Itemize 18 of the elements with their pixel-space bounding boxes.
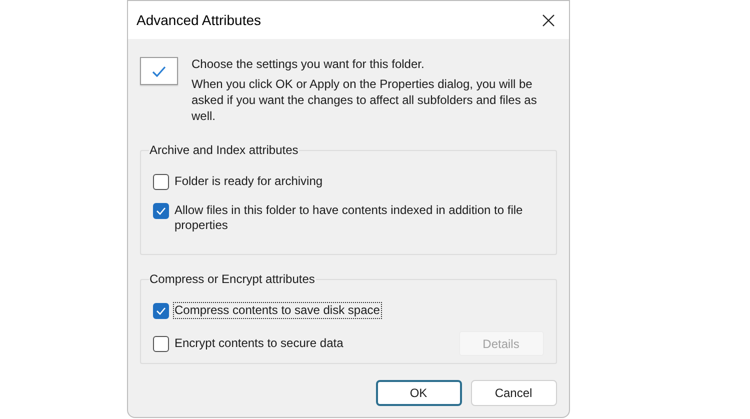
checkbox[interactable] [152,174,168,190]
checkmark-icon [156,307,166,315]
window-title: Advanced Attributes [136,10,262,30]
checkbox[interactable] [152,336,168,352]
folder-settings-icon [140,57,178,85]
checkbox-label[interactable]: Encrypt contents to secure data [172,335,346,352]
checkbox-label[interactable]: Compress contents to save disk space [172,302,382,319]
checkbox[interactable] [152,203,168,219]
checkmark-icon [156,207,166,215]
intro-text: When you click OK or Apply on the Properties dialog, you will be asked if you want the changes to affect all subfolders and files as well. [192,76,538,124]
checkbox-label[interactable]: Allow files in this folder to have contents indexed in addition to file properties [172,202,538,234]
checkbox-label[interactable]: Folder is ready for archiving [172,173,325,190]
checkbox[interactable] [152,303,168,319]
dialog-button[interactable]: OK [376,380,462,406]
close-icon[interactable] [542,14,554,26]
group-title: Compress or Encrypt attributes [148,271,316,287]
intro-heading: Choose the settings you want for this folder. [192,56,426,72]
dialog-button[interactable]: Cancel [470,380,556,406]
